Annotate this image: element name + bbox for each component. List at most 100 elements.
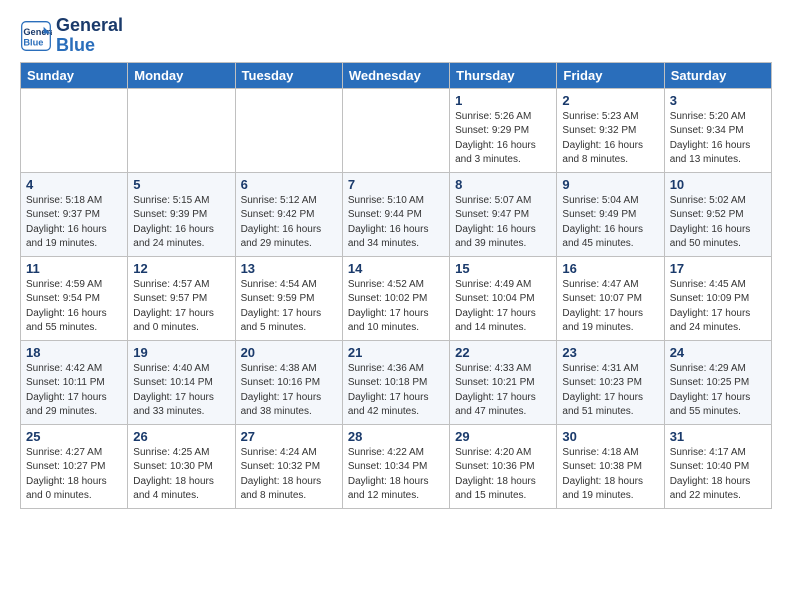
day-info: Sunrise: 5:10 AM Sunset: 9:44 PM Dayligh…	[348, 194, 444, 252]
calendar-cell-3-1: 11 Sunrise: 4:59 AM Sunset: 9:54 PM Dayli…	[21, 256, 128, 340]
calendar-header-monday: Monday	[128, 62, 235, 88]
logo-text: GeneralBlue	[56, 16, 123, 56]
calendar-cell-2-1: 4 Sunrise: 5:18 AM Sunset: 9:37 PM Daylig…	[21, 172, 128, 256]
day-info: Sunrise: 5:26 AM Sunset: 9:29 PM Dayligh…	[455, 110, 551, 168]
calendar-cell-3-2: 12 Sunrise: 4:57 AM Sunset: 9:57 PM Dayli…	[128, 256, 235, 340]
day-info: Sunrise: 4:27 AM Sunset: 10:27 PM Daylig…	[26, 446, 122, 504]
day-number: 13	[241, 261, 337, 276]
day-number: 26	[133, 429, 229, 444]
calendar-cell-1-5: 1 Sunrise: 5:26 AM Sunset: 9:29 PM Daylig…	[450, 88, 557, 172]
day-number: 6	[241, 177, 337, 192]
calendar-header-row: SundayMondayTuesdayWednesdayThursdayFrid…	[21, 62, 772, 88]
calendar-cell-2-3: 6 Sunrise: 5:12 AM Sunset: 9:42 PM Daylig…	[235, 172, 342, 256]
day-info: Sunrise: 5:23 AM Sunset: 9:32 PM Dayligh…	[562, 110, 658, 168]
calendar-week-1: 1 Sunrise: 5:26 AM Sunset: 9:29 PM Daylig…	[21, 88, 772, 172]
calendar-cell-5-6: 30 Sunrise: 4:18 AM Sunset: 10:38 PM Dayl…	[557, 424, 664, 508]
calendar-page: General Blue GeneralBlue SundayMondayTue…	[0, 0, 792, 525]
day-number: 15	[455, 261, 551, 276]
day-info: Sunrise: 4:22 AM Sunset: 10:34 PM Daylig…	[348, 446, 444, 504]
calendar-header-saturday: Saturday	[664, 62, 771, 88]
calendar-week-2: 4 Sunrise: 5:18 AM Sunset: 9:37 PM Daylig…	[21, 172, 772, 256]
calendar-cell-1-7: 3 Sunrise: 5:20 AM Sunset: 9:34 PM Daylig…	[664, 88, 771, 172]
day-info: Sunrise: 4:18 AM Sunset: 10:38 PM Daylig…	[562, 446, 658, 504]
calendar-header-thursday: Thursday	[450, 62, 557, 88]
day-number: 31	[670, 429, 766, 444]
calendar-cell-3-5: 15 Sunrise: 4:49 AM Sunset: 10:04 PM Dayl…	[450, 256, 557, 340]
calendar-cell-5-3: 27 Sunrise: 4:24 AM Sunset: 10:32 PM Dayl…	[235, 424, 342, 508]
calendar-cell-5-7: 31 Sunrise: 4:17 AM Sunset: 10:40 PM Dayl…	[664, 424, 771, 508]
day-info: Sunrise: 4:54 AM Sunset: 9:59 PM Dayligh…	[241, 278, 337, 336]
calendar-cell-3-4: 14 Sunrise: 4:52 AM Sunset: 10:02 PM Dayl…	[342, 256, 449, 340]
day-info: Sunrise: 4:40 AM Sunset: 10:14 PM Daylig…	[133, 362, 229, 420]
day-info: Sunrise: 4:38 AM Sunset: 10:16 PM Daylig…	[241, 362, 337, 420]
day-info: Sunrise: 4:29 AM Sunset: 10:25 PM Daylig…	[670, 362, 766, 420]
day-info: Sunrise: 5:18 AM Sunset: 9:37 PM Dayligh…	[26, 194, 122, 252]
calendar-cell-5-4: 28 Sunrise: 4:22 AM Sunset: 10:34 PM Dayl…	[342, 424, 449, 508]
day-number: 28	[348, 429, 444, 444]
day-info: Sunrise: 5:20 AM Sunset: 9:34 PM Dayligh…	[670, 110, 766, 168]
calendar-header-wednesday: Wednesday	[342, 62, 449, 88]
calendar-cell-2-4: 7 Sunrise: 5:10 AM Sunset: 9:44 PM Daylig…	[342, 172, 449, 256]
day-number: 25	[26, 429, 122, 444]
calendar-cell-2-2: 5 Sunrise: 5:15 AM Sunset: 9:39 PM Daylig…	[128, 172, 235, 256]
day-info: Sunrise: 4:52 AM Sunset: 10:02 PM Daylig…	[348, 278, 444, 336]
day-number: 2	[562, 93, 658, 108]
day-info: Sunrise: 4:33 AM Sunset: 10:21 PM Daylig…	[455, 362, 551, 420]
day-number: 5	[133, 177, 229, 192]
calendar-cell-4-4: 21Sunrise: 4:36 AM Sunset: 10:18 PM Dayl…	[342, 340, 449, 424]
calendar-cell-2-7: 10 Sunrise: 5:02 AM Sunset: 9:52 PM Dayli…	[664, 172, 771, 256]
day-number: 3	[670, 93, 766, 108]
svg-text:Blue: Blue	[23, 37, 43, 47]
day-number: 10	[670, 177, 766, 192]
day-info: Sunrise: 4:42 AM Sunset: 10:11 PM Daylig…	[26, 362, 122, 420]
day-number: 30	[562, 429, 658, 444]
day-info: Sunrise: 4:17 AM Sunset: 10:40 PM Daylig…	[670, 446, 766, 504]
calendar-table: SundayMondayTuesdayWednesdayThursdayFrid…	[20, 62, 772, 509]
day-number: 8	[455, 177, 551, 192]
day-info: Sunrise: 5:15 AM Sunset: 9:39 PM Dayligh…	[133, 194, 229, 252]
day-info: Sunrise: 4:24 AM Sunset: 10:32 PM Daylig…	[241, 446, 337, 504]
header: General Blue GeneralBlue	[20, 16, 772, 56]
day-number: 9	[562, 177, 658, 192]
logo: General Blue GeneralBlue	[20, 16, 123, 56]
calendar-cell-1-1	[21, 88, 128, 172]
day-number: 16	[562, 261, 658, 276]
day-info: Sunrise: 4:49 AM Sunset: 10:04 PM Daylig…	[455, 278, 551, 336]
day-info: Sunrise: 4:31 AM Sunset: 10:23 PM Daylig…	[562, 362, 658, 420]
day-number: 12	[133, 261, 229, 276]
day-number: 7	[348, 177, 444, 192]
calendar-week-4: 18 Sunrise: 4:42 AM Sunset: 10:11 PM Dayl…	[21, 340, 772, 424]
calendar-cell-3-6: 16 Sunrise: 4:47 AM Sunset: 10:07 PM Dayl…	[557, 256, 664, 340]
day-number: 1	[455, 93, 551, 108]
day-info: Sunrise: 5:12 AM Sunset: 9:42 PM Dayligh…	[241, 194, 337, 252]
calendar-cell-4-7: 24 Sunrise: 4:29 AM Sunset: 10:25 PM Dayl…	[664, 340, 771, 424]
day-number: 24	[670, 345, 766, 360]
day-number: 18	[26, 345, 122, 360]
calendar-cell-1-3	[235, 88, 342, 172]
day-number: 27	[241, 429, 337, 444]
calendar-cell-3-3: 13 Sunrise: 4:54 AM Sunset: 9:59 PM Dayli…	[235, 256, 342, 340]
day-info: Sunrise: 4:59 AM Sunset: 9:54 PM Dayligh…	[26, 278, 122, 336]
day-info: Sunrise: 4:57 AM Sunset: 9:57 PM Dayligh…	[133, 278, 229, 336]
day-number: 20	[241, 345, 337, 360]
day-number: 29	[455, 429, 551, 444]
day-info: Sunrise: 4:47 AM Sunset: 10:07 PM Daylig…	[562, 278, 658, 336]
calendar-cell-1-6: 2 Sunrise: 5:23 AM Sunset: 9:32 PM Daylig…	[557, 88, 664, 172]
calendar-cell-5-1: 25 Sunrise: 4:27 AM Sunset: 10:27 PM Dayl…	[21, 424, 128, 508]
day-info: Sunrise: 5:02 AM Sunset: 9:52 PM Dayligh…	[670, 194, 766, 252]
calendar-cell-4-5: 22 Sunrise: 4:33 AM Sunset: 10:21 PM Dayl…	[450, 340, 557, 424]
calendar-week-3: 11 Sunrise: 4:59 AM Sunset: 9:54 PM Dayli…	[21, 256, 772, 340]
day-info: Sunrise: 5:04 AM Sunset: 9:49 PM Dayligh…	[562, 194, 658, 252]
calendar-cell-4-3: 20 Sunrise: 4:38 AM Sunset: 10:16 PM Dayl…	[235, 340, 342, 424]
day-number: 22	[455, 345, 551, 360]
day-number: 11	[26, 261, 122, 276]
calendar-week-5: 25 Sunrise: 4:27 AM Sunset: 10:27 PM Dayl…	[21, 424, 772, 508]
day-info: Sunrise: 4:25 AM Sunset: 10:30 PM Daylig…	[133, 446, 229, 504]
calendar-cell-2-6: 9 Sunrise: 5:04 AM Sunset: 9:49 PM Daylig…	[557, 172, 664, 256]
day-number: 14	[348, 261, 444, 276]
day-info: Sunrise: 4:20 AM Sunset: 10:36 PM Daylig…	[455, 446, 551, 504]
day-number: 21	[348, 345, 444, 360]
day-number: 4	[26, 177, 122, 192]
calendar-cell-3-7: 17Sunrise: 4:45 AM Sunset: 10:09 PM Dayl…	[664, 256, 771, 340]
day-info: Sunrise: 5:07 AM Sunset: 9:47 PM Dayligh…	[455, 194, 551, 252]
